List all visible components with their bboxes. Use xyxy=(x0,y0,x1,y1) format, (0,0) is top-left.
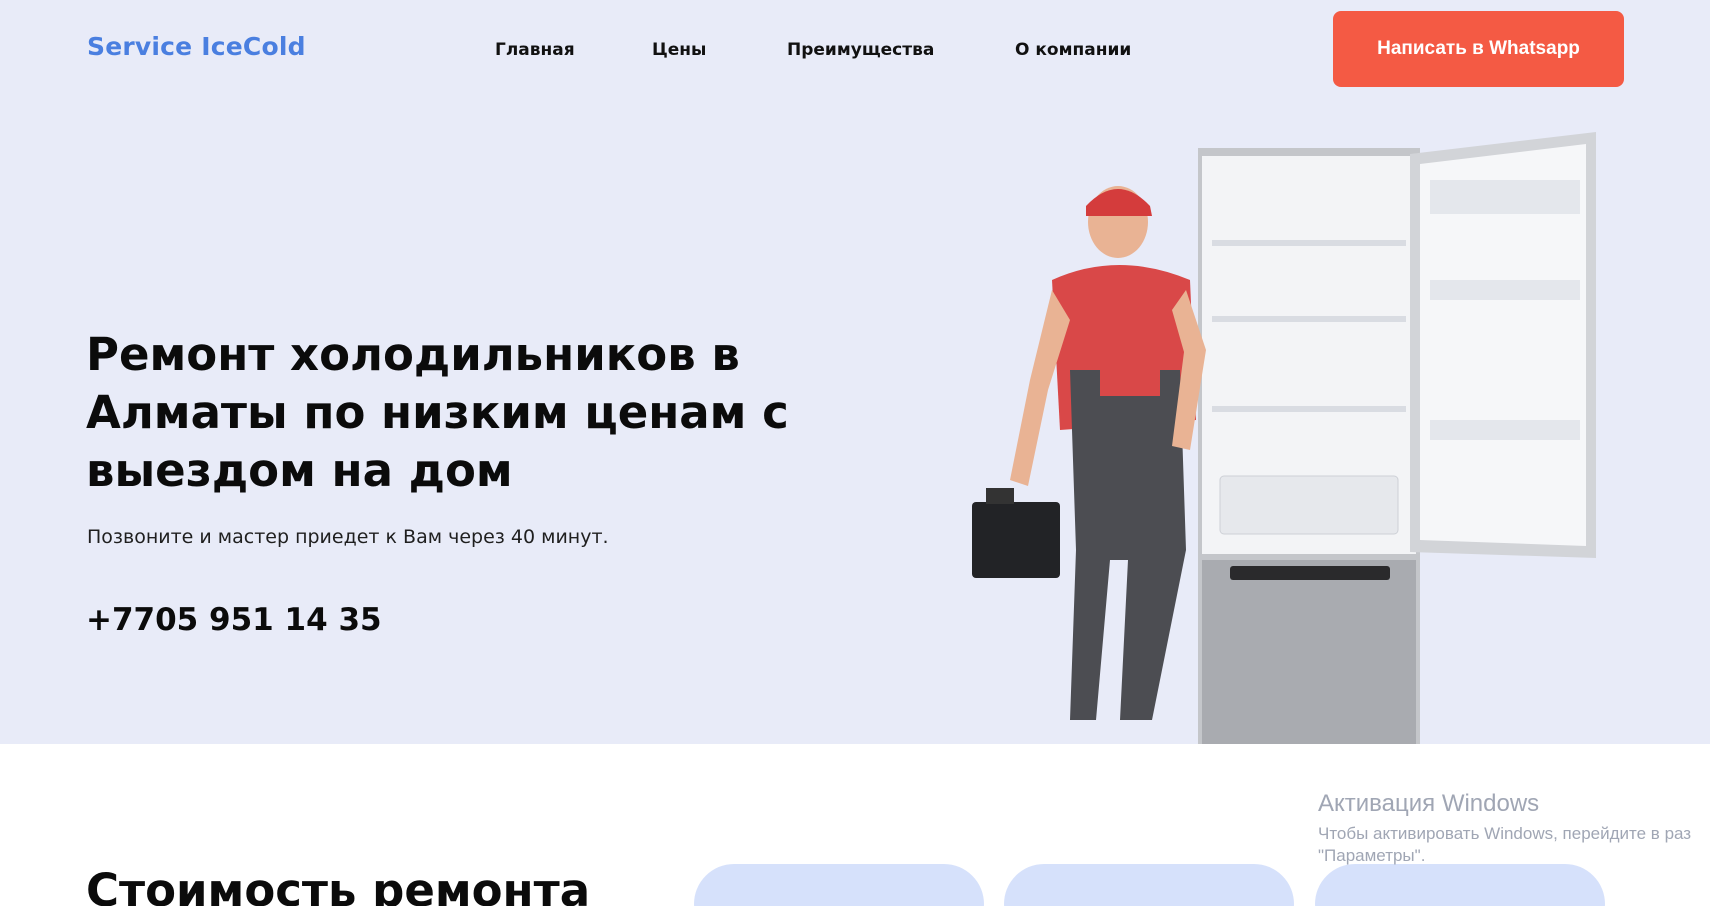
watermark-line: "Параметры". xyxy=(1318,846,1426,865)
price-card xyxy=(1004,864,1294,906)
nav-item-home[interactable]: Главная xyxy=(495,40,575,60)
price-card xyxy=(1315,864,1605,906)
price-card xyxy=(694,864,984,906)
hero-section: Service IceCold Главная Цены Преимуществ… xyxy=(0,0,1710,744)
watermark-title: Активация Windows xyxy=(1318,790,1540,817)
nav-item-prices[interactable]: Цены xyxy=(652,40,706,60)
watermark-line: Чтобы активировать Windows, перейдите в … xyxy=(1318,824,1692,843)
nav-item-advantages[interactable]: Преимущества xyxy=(787,40,934,60)
hero-title: Ремонт холодильников в Алматы по низким … xyxy=(86,328,789,497)
hero-subtitle: Позвоните и мастер приедет к Вам через 4… xyxy=(87,526,609,548)
whatsapp-button[interactable]: Написать в Whatsapp xyxy=(1333,11,1624,87)
windows-activation-watermark: Активация Windows Чтобы активировать Win… xyxy=(1318,790,1691,866)
hero-phone[interactable]: +7705 951 14 35 xyxy=(86,602,382,638)
pricing-title: Стоимость ремонта xyxy=(86,864,591,906)
repairman-fridge-illustration xyxy=(972,132,1596,744)
nav-item-about[interactable]: О компании xyxy=(1015,40,1131,60)
site-logo[interactable]: Service IceCold xyxy=(87,32,306,61)
